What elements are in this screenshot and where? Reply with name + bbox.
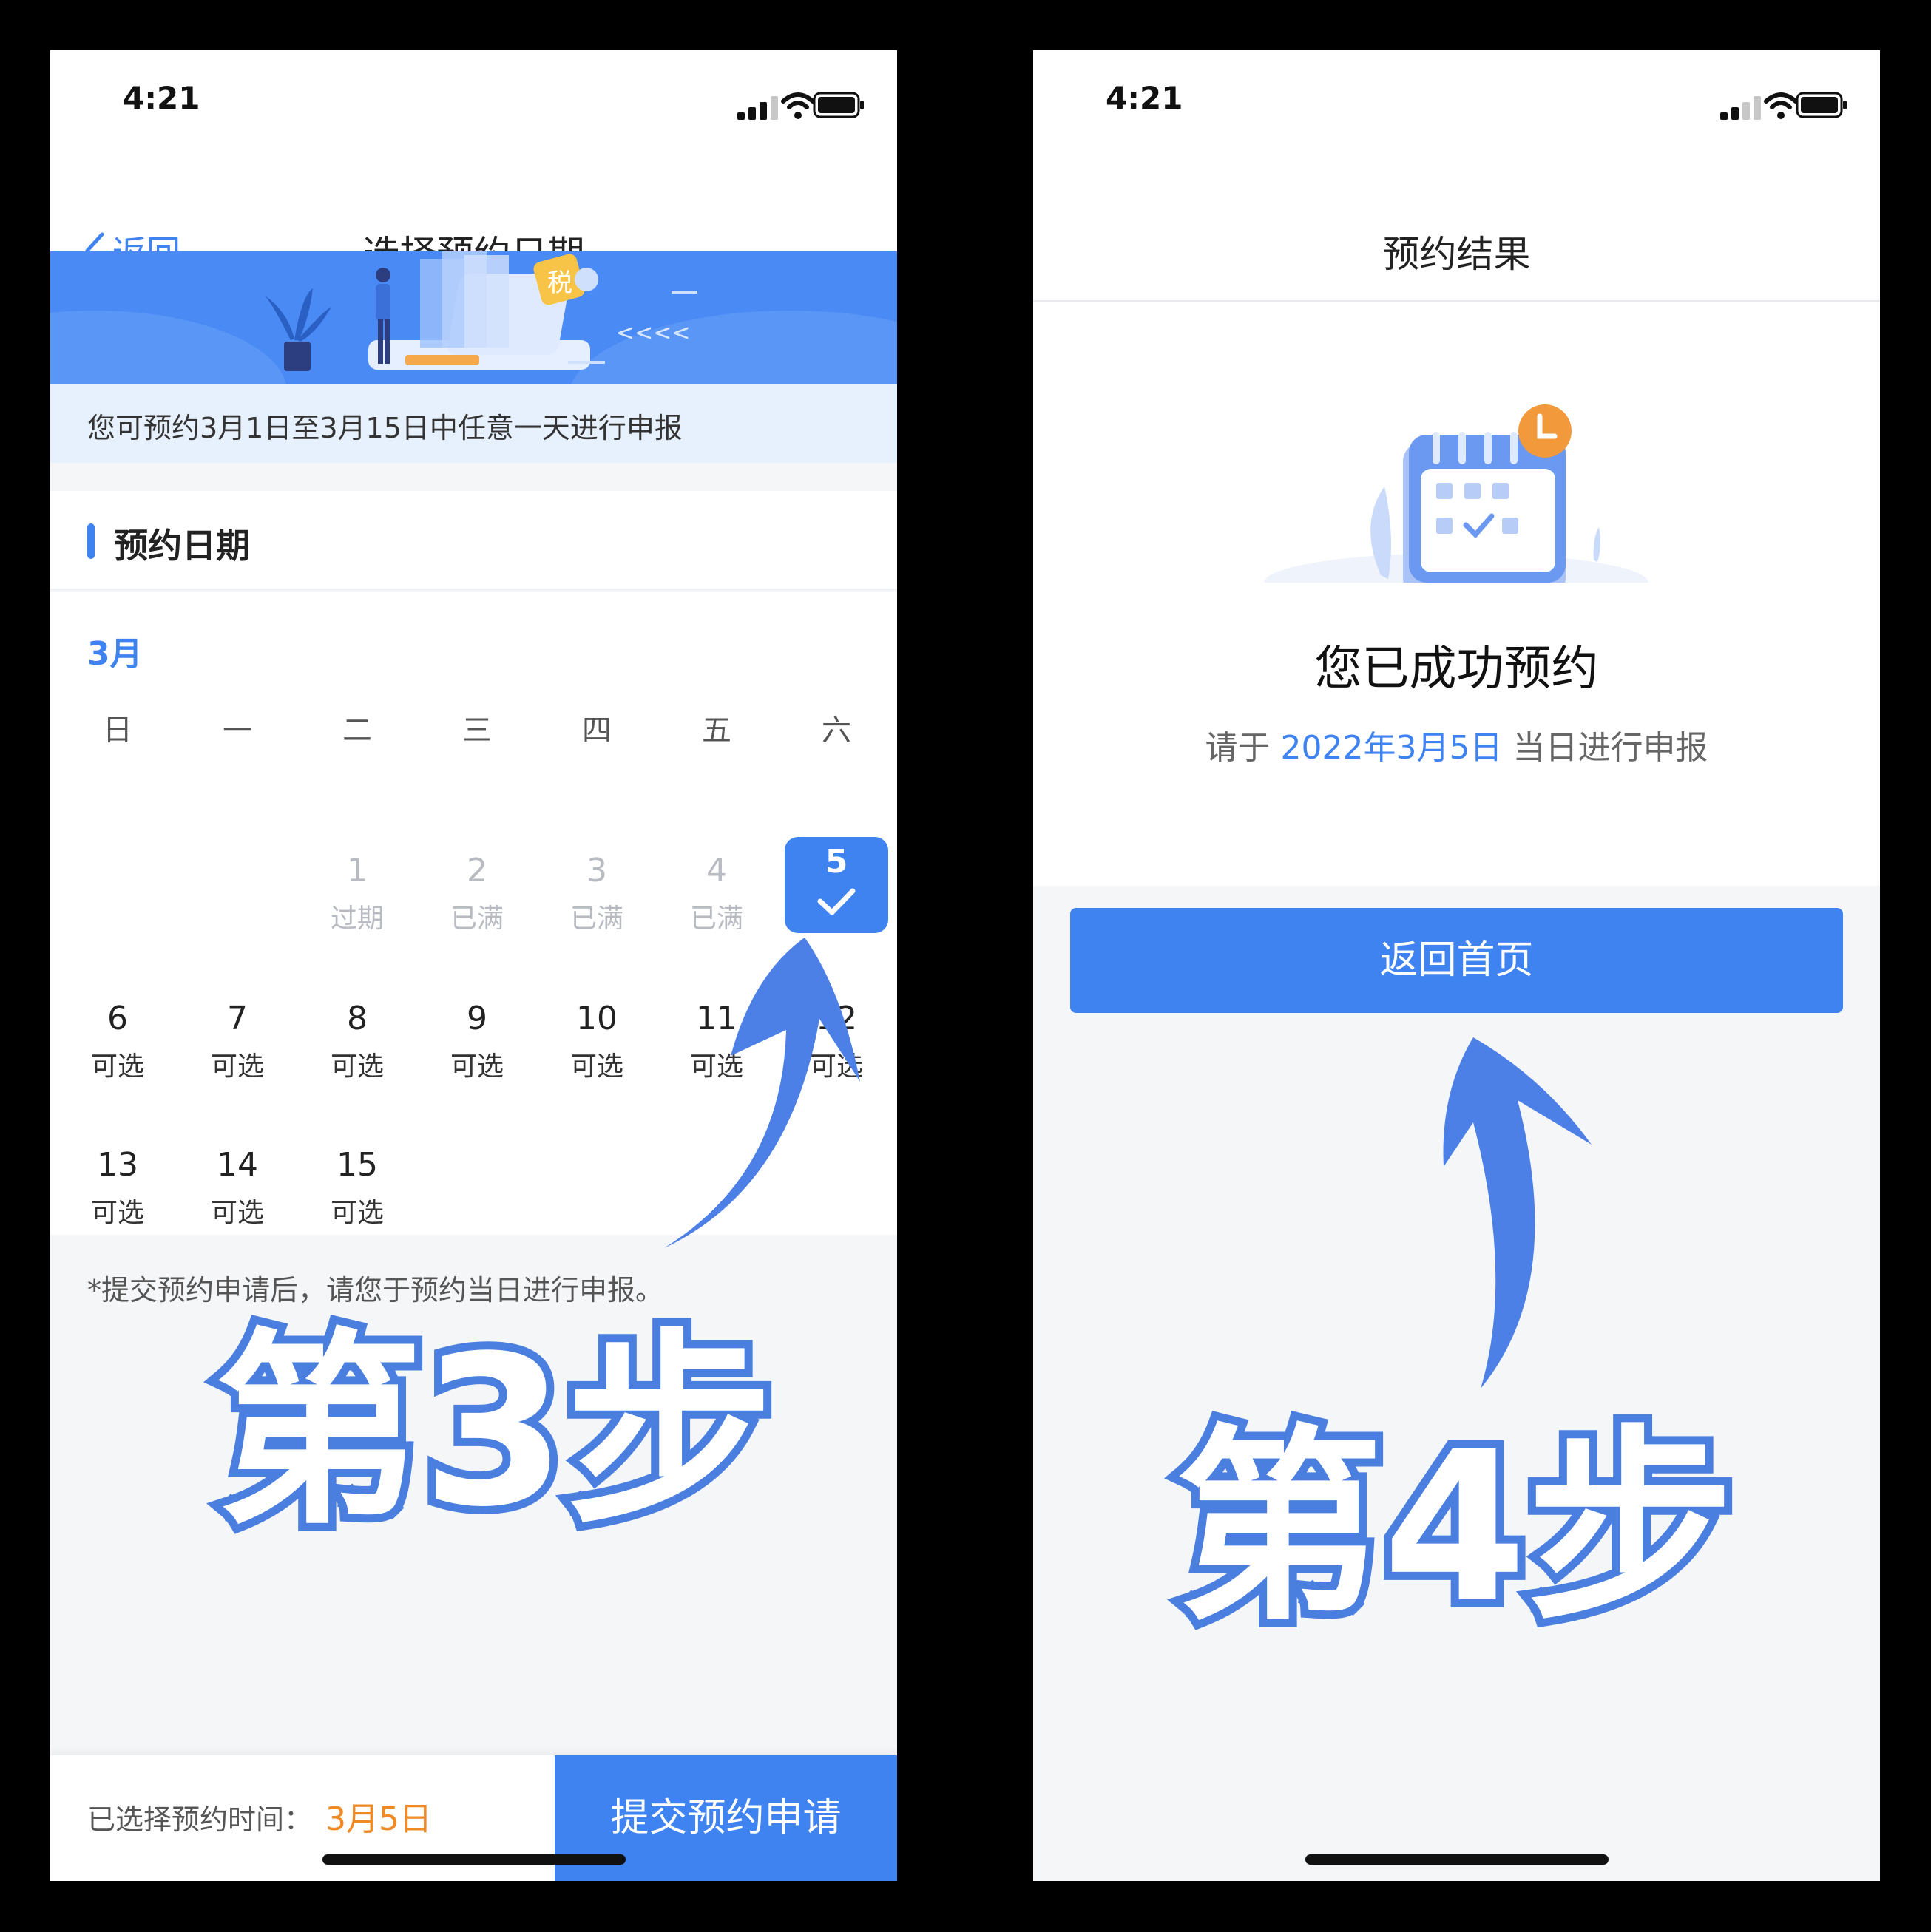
step-4-label: 第4步: [1168, 1403, 1742, 1647]
calendar-day-number: 5: [825, 843, 848, 881]
calendar-day[interactable]: 15 可选: [305, 1140, 409, 1236]
section-header: 预约日期: [50, 491, 897, 590]
svg-text:第3步: 第3步: [215, 1312, 774, 1551]
wifi-icon: [1764, 92, 1798, 119]
arrow-up-icon: [664, 938, 860, 1248]
calendar-day: 2 已满: [425, 846, 529, 942]
check-icon: [817, 888, 856, 915]
weekday-label: 一: [223, 714, 252, 748]
calendar-day-status: 可选: [330, 1051, 384, 1082]
weekday-label: 日: [103, 714, 132, 748]
home-indicator[interactable]: [322, 1854, 626, 1865]
calendar-day-number: 1: [347, 852, 368, 889]
weekday-header: 日一二三四五六: [50, 706, 897, 750]
right-phone-screen: 4:21 预约结果 您已成功预约 请于 2022年3月5日 当日进行申报 返回首…: [1033, 50, 1880, 1881]
calendar-day[interactable]: 7 可选: [186, 994, 289, 1090]
calendar-day-number: 3: [586, 852, 607, 889]
return-home-button[interactable]: 返回首页: [1070, 908, 1843, 1013]
calendar-day-status: 已满: [450, 904, 504, 934]
calendar-clock-icon: [1264, 404, 1648, 583]
weekday-label: 六: [822, 714, 851, 748]
calendar-day-number: 14: [217, 1146, 258, 1184]
status-time: 4:21: [123, 80, 200, 116]
page-title: 预约结果: [1382, 233, 1531, 276]
status-bar: 4:21: [50, 50, 897, 198]
calendar-day-number: 6: [107, 1000, 128, 1037]
arrow-up-icon: [1443, 1037, 1592, 1389]
bottom-action-bar: 已选择预约时间： 3月5日 提交预约申请: [50, 1755, 897, 1881]
calendar-day-status: 可选: [90, 1198, 144, 1228]
person-figure: [376, 268, 390, 364]
weekday-label: 三: [462, 714, 492, 748]
calendar-day-status: 已满: [569, 904, 623, 934]
calendar-day[interactable]: 8 可选: [305, 994, 409, 1090]
calendar-day[interactable]: 6 可选: [66, 994, 169, 1090]
calendar-day-status: 可选: [210, 1198, 264, 1228]
calendar-day-number: 4: [706, 852, 727, 889]
wifi-icon: [781, 92, 815, 119]
status-time: 4:21: [1106, 80, 1183, 116]
calendar-day[interactable]: 14 可选: [186, 1140, 289, 1236]
calendar-day-status: 可选: [569, 1051, 623, 1082]
weekday-label: 五: [702, 714, 731, 748]
calendar-day-number: 8: [347, 1000, 368, 1037]
success-subtitle: 请于 2022年3月5日 当日进行申报: [1205, 729, 1708, 767]
svg-text:<<<<: <<<<: [616, 320, 691, 346]
section-title: 预约日期: [114, 526, 250, 566]
calendar-month: 3月: [87, 635, 143, 673]
calendar-day-status: 可选: [210, 1051, 264, 1082]
calendar-day-number: 9: [467, 1000, 487, 1037]
calendar-day-status: 过期: [330, 904, 384, 934]
calendar-day-status: 可选: [450, 1051, 504, 1082]
cellular-signal-icon: [737, 96, 778, 120]
calendar-day-status: 可选: [90, 1051, 144, 1082]
status-bar: 4:21: [1033, 50, 1880, 198]
calendar-day[interactable]: 10 可选: [545, 994, 649, 1090]
plant-icon: [265, 288, 331, 371]
calendar-day: 4 已满: [665, 846, 768, 942]
battery-icon: [1796, 92, 1847, 118]
svg-text:第4步: 第4步: [1176, 1408, 1734, 1647]
left-phone-screen: 4:21 返回 选择预约日期: [50, 50, 897, 1881]
footnote: *提交预约申请后，请您于预约当日进行申报。: [87, 1274, 664, 1306]
calendar-day: 1 过期: [305, 846, 409, 942]
battery-icon: [813, 92, 864, 118]
calendar-day-number: 10: [576, 1000, 618, 1037]
cellular-signal-icon: [1720, 96, 1761, 120]
tax-badge-text: 税: [547, 268, 572, 298]
banner-illustration: 税 <<<<: [50, 251, 897, 384]
calendar-day: 3 已满: [545, 846, 649, 942]
nav-bar: 预约结果: [1033, 198, 1880, 302]
calendar-day[interactable]: 9 可选: [425, 994, 529, 1090]
section-accent-bar: [87, 523, 95, 559]
booking-range-notice: 您可预约3月1日至3月15日中任意一天进行申报: [50, 384, 897, 463]
home-indicator[interactable]: [1305, 1854, 1609, 1865]
calendar-day-number: 2: [467, 852, 487, 889]
success-title: 您已成功预约: [1314, 642, 1599, 696]
result-panel: 您已成功预约 请于 2022年3月5日 当日进行申报: [1033, 302, 1880, 886]
calendar-day-number: 7: [227, 1000, 248, 1037]
calendar-day-selected[interactable]: 5: [785, 837, 888, 933]
calendar-day-status: 可选: [330, 1198, 384, 1228]
selected-time-value: 3月5日: [325, 1800, 432, 1838]
calendar-day-number: 13: [97, 1146, 138, 1184]
selected-time-label: 已选择预约时间：: [87, 1803, 313, 1836]
step-3-label: 第3步: [207, 1307, 782, 1551]
weekday-label: 二: [342, 714, 372, 748]
booked-date: 2022年3月5日: [1280, 729, 1503, 767]
calendar-day[interactable]: 13 可选: [66, 1140, 169, 1236]
calendar-day-number: 15: [337, 1146, 378, 1184]
weekday-label: 四: [582, 714, 612, 748]
